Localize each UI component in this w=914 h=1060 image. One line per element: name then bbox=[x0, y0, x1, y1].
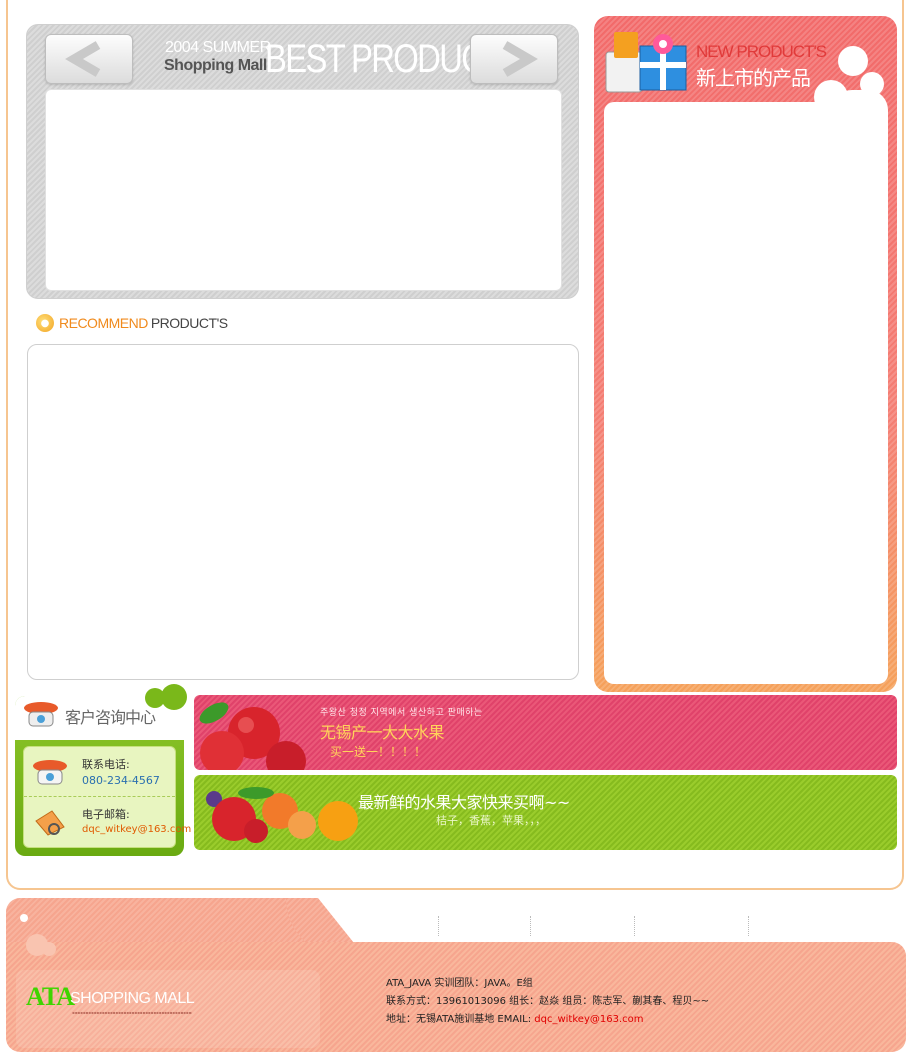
best-product-content bbox=[45, 89, 562, 291]
email-row: 电子邮箱: dqc_witkey@163.com bbox=[24, 797, 191, 847]
telephone-icon bbox=[24, 702, 58, 727]
recommend-title-accent: RECOMMEND bbox=[59, 315, 148, 331]
footer-logo-fineprint: ▪▪▪▪▪▪▪▪▪▪▪▪▪▪▪▪▪▪▪▪▪▪▪▪▪▪▪▪▪▪▪▪▪▪▪▪▪▪▪▪… bbox=[72, 1010, 192, 1015]
decor-bubble bbox=[42, 942, 56, 956]
decor-bubble bbox=[838, 46, 868, 76]
customer-service-info: 联系电话: 080-234-4567 电子邮箱: dqc_witkey@163.… bbox=[23, 746, 191, 848]
best-product-header: 2004 SUMMER Shopping Mall BEST PRODUCT bbox=[27, 25, 578, 89]
banner-sub-text: 买一送一！！！！ bbox=[330, 745, 427, 759]
footer-separator bbox=[634, 916, 635, 936]
customer-service-panel: 客户咨询中心 联系电话: 080-234-4567 电子邮箱: dqc_witk… bbox=[15, 684, 191, 856]
recommend-heading: ● RECOMMEND PRODUCT'S bbox=[36, 312, 228, 334]
banner-korean-text: 주왕산 청정 지역에서 생산하고 판매하는 bbox=[320, 708, 483, 718]
footer-team-line: ATA_JAVA 实训团队：JAVA。E组 bbox=[386, 978, 533, 989]
new-product-content bbox=[604, 102, 888, 684]
best-product-mall: Shopping Mall bbox=[164, 57, 267, 74]
fruit-banner-green[interactable]: 最新鲜的水果大家快来买啊~~ 桔子，香蕉，苹果，，， bbox=[194, 775, 897, 850]
best-product-year: 2004 SUMMER bbox=[165, 39, 271, 56]
fruit-banner-red[interactable]: 주왕산 청정 지역에서 생산하고 판매하는 无锡产一大大水果 买一送一！！！！ bbox=[194, 695, 897, 770]
next-button[interactable] bbox=[470, 34, 558, 84]
phone-row: 联系电话: 080-234-4567 bbox=[24, 747, 175, 797]
banner-main-text: 无锡产一大大水果 bbox=[320, 723, 445, 742]
page: 2004 SUMMER Shopping Mall BEST PRODUCT ●… bbox=[0, 0, 914, 1060]
email-label: 电子邮箱: bbox=[82, 808, 130, 821]
recommend-title-rest: PRODUCT'S bbox=[150, 315, 228, 331]
footer-address-line: 地址：无锡ATA施训基地 EMAIL: dqc_witkey@163.com bbox=[386, 1010, 643, 1025]
best-product-panel: 2004 SUMMER Shopping Mall BEST PRODUCT bbox=[26, 24, 579, 299]
envelope-icon bbox=[28, 805, 72, 839]
footer-contact-line: 联系方式：13961013096 组长：赵焱 组员：陈志军、蒯其春、程贝~~ bbox=[386, 996, 710, 1007]
telephone-icon bbox=[28, 755, 72, 789]
footer-address-text: 地址：无锡ATA施训基地 EMAIL: bbox=[386, 1014, 535, 1025]
footer-separator bbox=[530, 916, 531, 936]
best-product-title: BEST PRODUCT bbox=[265, 37, 503, 81]
phone-label: 联系电话: bbox=[82, 758, 130, 771]
recommend-products-panel bbox=[27, 344, 579, 680]
arrow-left-icon bbox=[65, 41, 101, 77]
footer-logo-mall: SHOPPING MALL bbox=[70, 990, 195, 1007]
new-product-panel: NEW PRODUCT'S 新上市的产品 bbox=[594, 16, 897, 692]
apples-icon bbox=[199, 702, 306, 770]
footer-logo-ata: ATA bbox=[26, 982, 75, 1011]
decor-bubble bbox=[161, 684, 187, 710]
footer-email-link[interactable]: dqc_witkey@163.com bbox=[534, 1014, 643, 1025]
footer-separator bbox=[748, 916, 749, 936]
fruit-basket-icon bbox=[206, 787, 358, 843]
gift-box-icon bbox=[605, 32, 687, 93]
footer-separator bbox=[438, 916, 439, 936]
new-product-title-cn: 新上市的产品 bbox=[696, 66, 811, 90]
bullet-icon: ● bbox=[36, 314, 54, 332]
banner-sub-text: 桔子，香蕉，苹果，，， bbox=[436, 814, 546, 827]
phone-value: 080-234-4567 bbox=[82, 774, 160, 787]
prev-button[interactable] bbox=[45, 34, 133, 84]
new-product-title-en: NEW PRODUCT'S bbox=[696, 42, 827, 61]
customer-service-header: 客户咨询中心 bbox=[15, 684, 187, 740]
decor-bubble bbox=[20, 914, 28, 922]
footer: ATA SHOPPING MALL ▪▪▪▪▪▪▪▪▪▪▪▪▪▪▪▪▪▪▪▪▪▪… bbox=[6, 898, 906, 1052]
customer-service-title: 客户咨询中心 bbox=[65, 708, 156, 727]
email-value[interactable]: dqc_witkey@163.com bbox=[82, 824, 191, 835]
arrow-right-icon bbox=[502, 41, 538, 77]
banner-main-text: 最新鲜的水果大家快来买啊~~ bbox=[358, 793, 570, 812]
